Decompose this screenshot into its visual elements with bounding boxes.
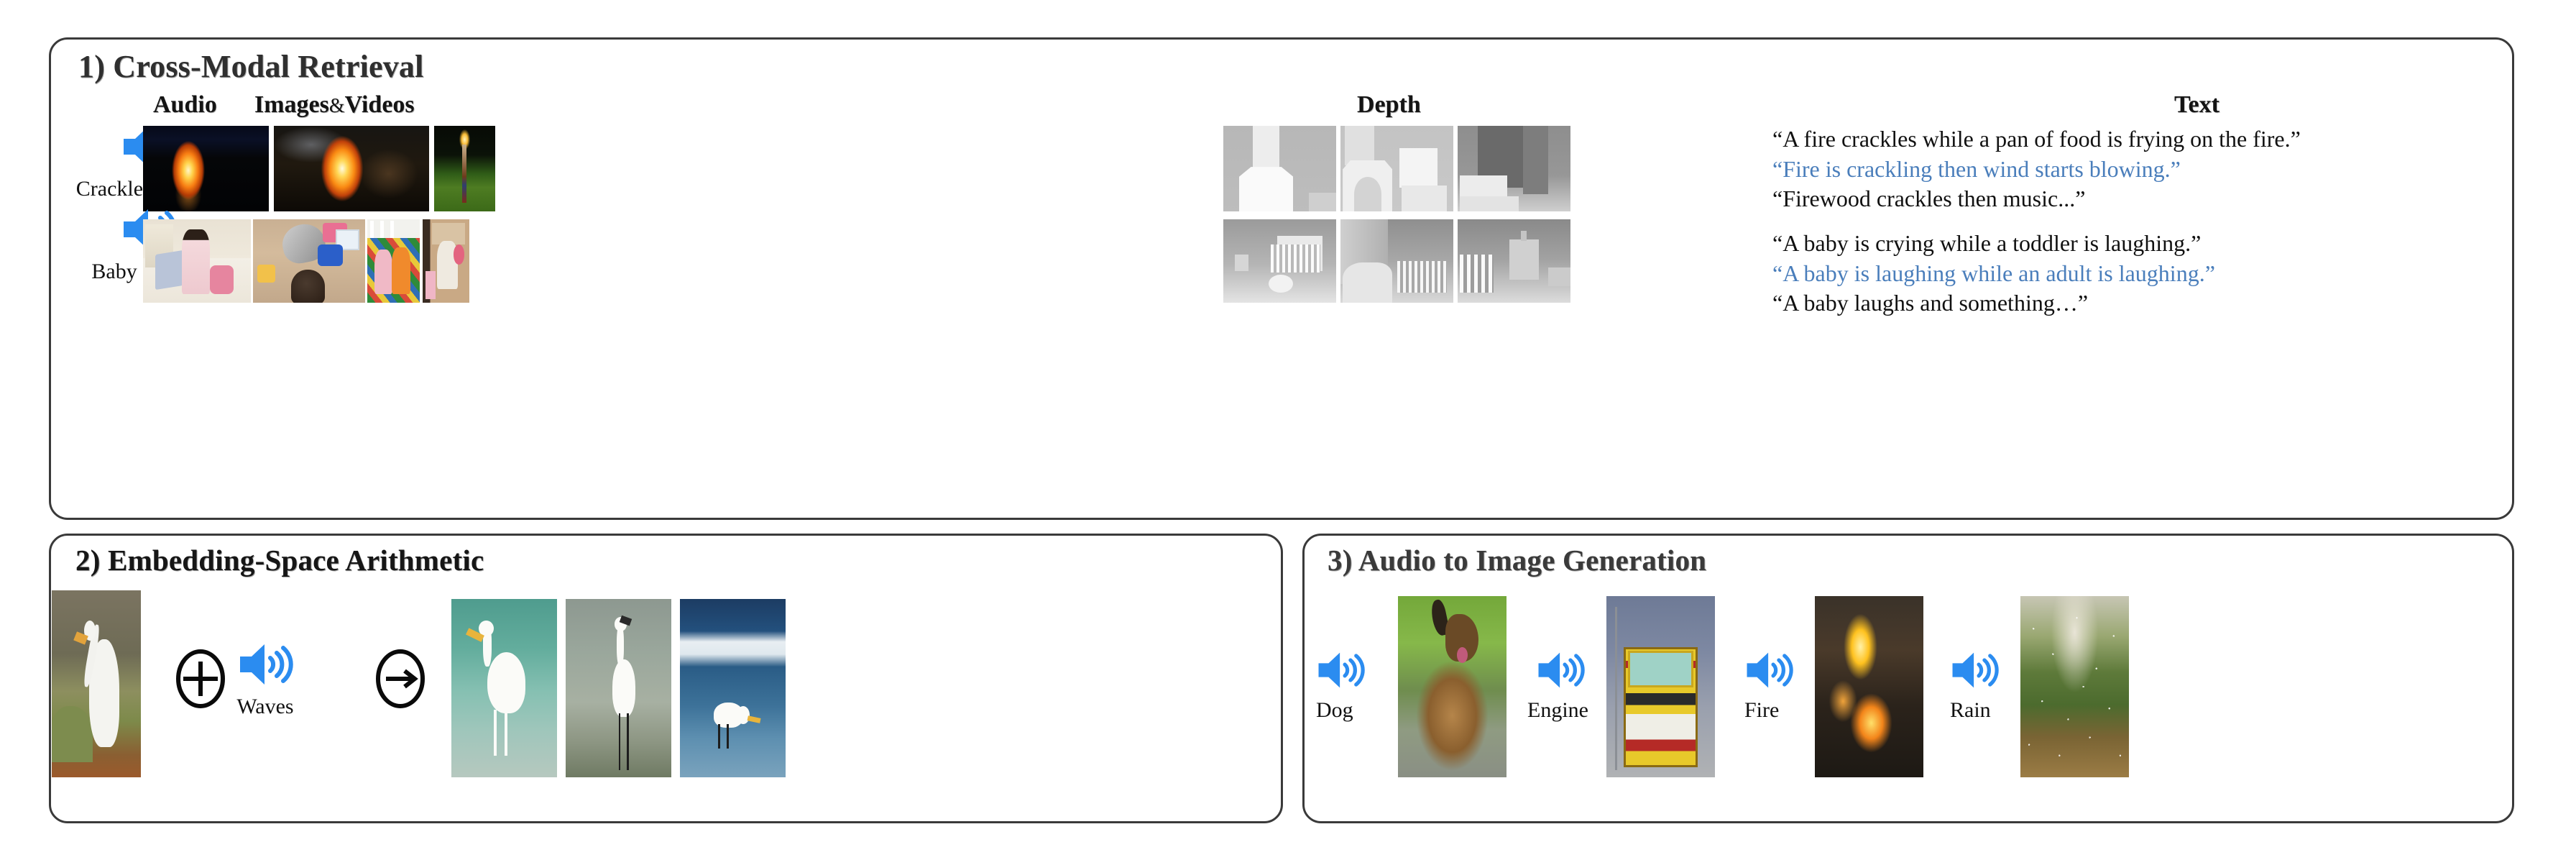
audio-label-fire: Fire (1744, 698, 1780, 722)
panel-embedding-space-arithmetic: 2) Embedding-Space Arithmetic Waves (49, 534, 1283, 823)
media-tile-fire-1[interactable] (143, 126, 269, 211)
depth-tile-1[interactable] (1223, 126, 1336, 211)
column-header-depth: Depth (1357, 91, 1421, 118)
result-image-egret-1[interactable] (451, 599, 557, 777)
panel-3-title: 3) Audio to Image Generation (1328, 544, 1707, 577)
retrieval-text-line-highlighted: “A baby is laughing while an adult is la… (1772, 260, 2215, 286)
generated-image-rain[interactable] (2020, 596, 2129, 777)
depth-tile-5[interactable] (1340, 219, 1453, 303)
depth-tile-6[interactable] (1458, 219, 1570, 303)
media-tile-baby-4[interactable] (423, 219, 469, 303)
column-header-images-label: Images (254, 91, 329, 118)
audio-cell-rain[interactable] (1950, 651, 1999, 693)
audio-cell-fire[interactable] (1744, 651, 1793, 693)
depth-tile-3[interactable] (1458, 126, 1570, 211)
column-header-text: Text (2174, 91, 2220, 118)
panel-2-title: 2) Embedding-Space Arithmetic (75, 544, 484, 577)
column-header-videos-label: Videos (344, 91, 415, 118)
arithmetic-source-image[interactable] (52, 590, 141, 777)
generated-image-dog[interactable] (1398, 596, 1506, 777)
speaker-icon[interactable] (1950, 651, 1999, 690)
retrieval-text-line: “A baby is crying while a toddler is lau… (1772, 230, 2202, 256)
media-tile-fire-3[interactable] (434, 126, 495, 211)
audio-label-dog: Dog (1316, 698, 1353, 722)
media-tile-fire-2[interactable] (274, 126, 429, 211)
audio-cell-engine[interactable] (1536, 651, 1585, 693)
result-image-egret-2[interactable] (566, 599, 671, 777)
retrieval-text-line: “Firewood crackles then music...” (1772, 186, 2086, 212)
media-tile-baby-2[interactable] (253, 219, 365, 303)
depth-tile-4[interactable] (1223, 219, 1336, 303)
retrieval-text-line: “A baby laughs and something…” (1772, 290, 2089, 316)
result-image-egret-3[interactable] (680, 599, 786, 777)
arrow-right-circle-icon (374, 649, 426, 713)
panel-cross-modal-retrieval: 1) Cross-Modal Retrieval Audio Images&Vi… (49, 37, 2514, 520)
speaker-icon[interactable] (237, 642, 293, 687)
audio-label: Waves (236, 695, 294, 718)
panel-1-title: 1) Cross-Modal Retrieval (78, 49, 424, 84)
retrieval-text-line: “A fire crackles while a pan of food is … (1772, 126, 2301, 152)
retrieval-text-line-highlighted: “Fire is crackling then wind starts blow… (1772, 155, 2181, 182)
speaker-icon[interactable] (1316, 651, 1365, 690)
panel-audio-to-image-generation: 3) Audio to Image Generation Dog Engine (1302, 534, 2514, 823)
text-block-baby: “A baby is crying while a toddler is lau… (1772, 229, 2506, 319)
ampersand-glyph: & (328, 95, 345, 117)
generated-image-engine[interactable] (1606, 596, 1715, 777)
column-header-images-videos: Images&Videos (254, 91, 415, 119)
audio-label-engine: Engine (1527, 698, 1588, 722)
column-header-audio: Audio (153, 91, 217, 118)
generated-image-fire[interactable] (1815, 596, 1923, 777)
audio-cell-dog[interactable] (1316, 651, 1365, 693)
media-tile-baby-1[interactable] (143, 219, 251, 303)
audio-cell-waves[interactable]: Waves (157, 642, 373, 719)
depth-tile-2[interactable] (1340, 126, 1453, 211)
speaker-icon[interactable] (1536, 651, 1585, 690)
speaker-icon[interactable] (1744, 651, 1793, 690)
audio-label-rain: Rain (1950, 698, 1991, 722)
media-tile-baby-3[interactable] (367, 219, 420, 303)
text-block-fire: “A fire crackles while a pan of food is … (1772, 124, 2491, 214)
